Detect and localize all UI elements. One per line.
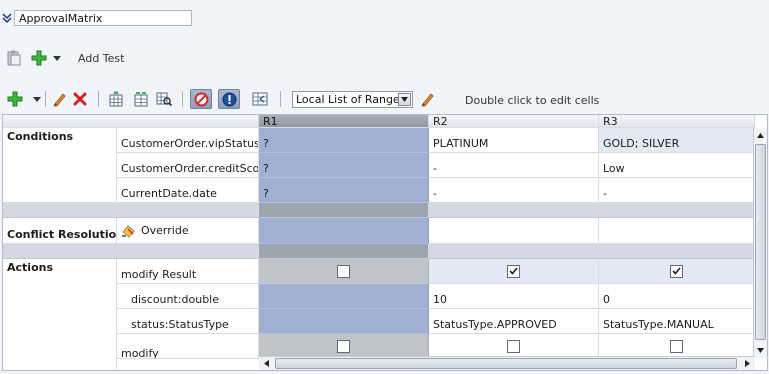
insert-column-icon[interactable]: [107, 90, 125, 108]
range-list-select[interactable]: Local List of Ranges: [292, 91, 413, 108]
cell-r2-discount[interactable]: 10: [429, 284, 599, 309]
column-header-r1[interactable]: R1: [259, 115, 429, 128]
action-label-modify-result[interactable]: modify Result: [117, 259, 259, 284]
checkbox-r2-modify-result[interactable]: [507, 264, 520, 278]
table-corner-header: [3, 115, 259, 128]
cell-r3-date[interactable]: -: [599, 178, 755, 203]
cell-r1-creditscore[interactable]: ?: [259, 153, 429, 178]
add-rule-icon[interactable]: [6, 90, 24, 108]
checkmark-icon: [672, 267, 681, 275]
action-label-modify[interactable]: modify: [117, 334, 259, 359]
conditions-section-label: Conditions: [3, 128, 117, 203]
column-header-r3[interactable]: R3: [599, 115, 755, 128]
find-gaps-icon[interactable]: [155, 90, 173, 108]
section-divider: [3, 203, 259, 218]
section-divider: [429, 244, 755, 259]
split-column-icon[interactable]: [132, 90, 150, 108]
condition-label-vipstatus[interactable]: CustomerOrder.vipStatus: [117, 128, 259, 153]
compact-view-icon[interactable]: [250, 90, 270, 108]
cell-r1-override[interactable]: [259, 218, 429, 244]
scroll-up-arrow-icon[interactable]: [754, 129, 767, 142]
action-label-discount[interactable]: discount:double: [117, 284, 259, 309]
action-label-status[interactable]: status:StatusType: [117, 309, 259, 334]
toolbar-separator: [280, 91, 281, 107]
cell-r1-date[interactable]: ?: [259, 178, 429, 203]
chevron-down-icon[interactable]: [398, 93, 411, 106]
toolbar-separator: [98, 91, 99, 107]
decision-table: R1 R2 R3 Conditions CustomerOrder.vipSta…: [2, 114, 768, 371]
paste-icon[interactable]: [6, 49, 22, 67]
delete-icon[interactable]: [71, 90, 89, 108]
cell-r2-modify-result[interactable]: [429, 259, 599, 284]
add-test-dropdown-icon[interactable]: [52, 54, 62, 62]
override-icon: [122, 224, 135, 238]
cell-r1-modify-result[interactable]: [259, 259, 429, 284]
conflict-toggle-button[interactable]: [190, 89, 212, 109]
cell-r2-override[interactable]: [429, 218, 599, 244]
add-test-icon[interactable]: [30, 49, 48, 67]
cell-r3-override[interactable]: [599, 218, 755, 244]
cell-r1-status[interactable]: [259, 309, 429, 334]
cell-r1-vipstatus[interactable]: ?: [259, 128, 429, 153]
edit-pencil-icon[interactable]: [51, 90, 69, 108]
dictionary-name-input[interactable]: [14, 10, 192, 26]
cell-r2-status[interactable]: StatusType.APPROVED: [429, 309, 599, 334]
cell-r3-modify-result[interactable]: [599, 259, 755, 284]
toolbar-separator: [182, 91, 183, 107]
condition-label-date[interactable]: CurrentDate.date: [117, 178, 259, 203]
conflict-section-label: Conflict Resolution: [3, 218, 117, 244]
section-divider-r1: [259, 244, 429, 259]
checkbox-r3-modify-result[interactable]: [670, 264, 683, 278]
cell-r2-date[interactable]: -: [429, 178, 599, 203]
add-rule-dropdown-icon[interactable]: [32, 95, 42, 103]
cell-r3-status[interactable]: StatusType.MANUAL: [599, 309, 755, 334]
vertical-scroll-thumb[interactable]: [755, 144, 766, 340]
cell-r2-vipstatus[interactable]: PLATINUM: [429, 128, 599, 153]
checkmark-icon: [509, 267, 518, 275]
range-list-value: Local List of Ranges: [296, 93, 406, 106]
cell-r3-vipstatus[interactable]: GOLD; SILVER: [599, 128, 755, 153]
horizontal-scroll-thumb[interactable]: [275, 358, 737, 369]
condition-label-creditscore[interactable]: CustomerOrder.creditScore: [117, 153, 259, 178]
edit-hint-text: Double click to edit cells: [465, 94, 600, 107]
add-test-label[interactable]: Add Test: [78, 52, 124, 65]
section-divider: [429, 203, 755, 218]
override-row-label[interactable]: Override: [117, 218, 259, 244]
actions-section-label: Actions: [3, 259, 117, 370]
no-entry-icon: [194, 92, 208, 106]
scroll-down-arrow-icon[interactable]: [754, 344, 767, 357]
section-divider: [3, 244, 259, 259]
cell-r1-discount[interactable]: [259, 284, 429, 309]
column-header-r2[interactable]: R2: [429, 115, 599, 128]
checkbox-r1-modify-result[interactable]: [337, 264, 350, 278]
checkbox-r1-modify[interactable]: [337, 339, 350, 353]
scroll-right-arrow-icon[interactable]: [741, 357, 754, 370]
info-warning-icon: [222, 92, 236, 106]
scroll-left-arrow-icon[interactable]: [260, 357, 273, 370]
validation-toggle-button[interactable]: [218, 89, 240, 109]
override-label: Override: [141, 224, 189, 237]
checkbox-r2-modify[interactable]: [507, 339, 520, 353]
cell-r3-creditscore[interactable]: Low: [599, 153, 755, 178]
vertical-scrollbar[interactable]: [753, 128, 767, 358]
horizontal-scrollbar[interactable]: [259, 356, 755, 370]
cell-r3-discount[interactable]: 0: [599, 284, 755, 309]
toolbar-separator: [45, 91, 46, 107]
collapse-chevron-icon[interactable]: [2, 12, 12, 24]
cell-r2-creditscore[interactable]: -: [429, 153, 599, 178]
edit-ranges-pencil-icon[interactable]: [419, 90, 437, 108]
checkbox-r3-modify[interactable]: [670, 339, 683, 353]
section-divider-r1: [259, 203, 429, 218]
